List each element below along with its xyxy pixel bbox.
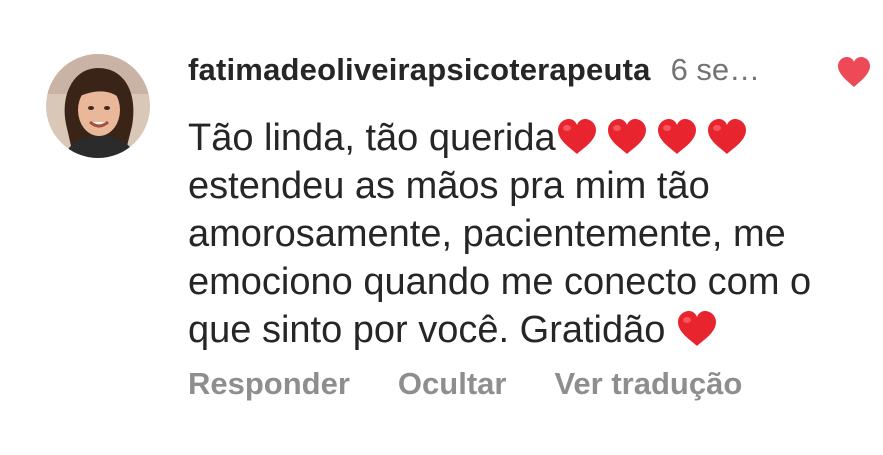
comment-actions: Responder Ocultar Ver tradução <box>188 366 742 402</box>
red-heart-emoji <box>706 118 748 156</box>
red-heart-emoji <box>606 118 648 156</box>
username[interactable]: fatimadeoliveirapsicoterapeuta <box>188 52 651 88</box>
comment-line: amorosamente, pacientemente, me <box>188 213 786 255</box>
comment-line-text: que sinto por você. Gratidão <box>188 309 676 351</box>
comment-line-text: Tão linda, tão querida <box>188 117 556 159</box>
comment-line: que sinto por você. Gratidão <box>188 306 858 354</box>
red-heart-emoji <box>556 118 598 156</box>
comment: fatimadeoliveirapsicoterapeuta 6 se… Tão… <box>0 0 883 455</box>
comment-header: fatimadeoliveirapsicoterapeuta 6 se… <box>188 50 760 90</box>
like-button[interactable] <box>836 56 872 88</box>
comment-line: emociono quando me conecto com o <box>188 261 812 303</box>
red-heart-emoji <box>676 310 718 348</box>
translate-button[interactable]: Ver tradução <box>554 366 742 402</box>
comment-line: Tão linda, tão querida <box>188 114 858 162</box>
avatar[interactable] <box>46 54 150 158</box>
reply-button[interactable]: Responder <box>188 366 350 402</box>
avatar-image <box>46 54 150 158</box>
heart-icon <box>838 57 870 87</box>
comment-text: Tão linda, tão querida estendeu as mãos … <box>188 114 858 354</box>
hide-button[interactable]: Ocultar <box>398 366 507 402</box>
timestamp: 6 se… <box>670 52 761 87</box>
comment-line: estendeu as mãos pra mim tão <box>188 165 710 207</box>
red-heart-emoji <box>656 118 698 156</box>
